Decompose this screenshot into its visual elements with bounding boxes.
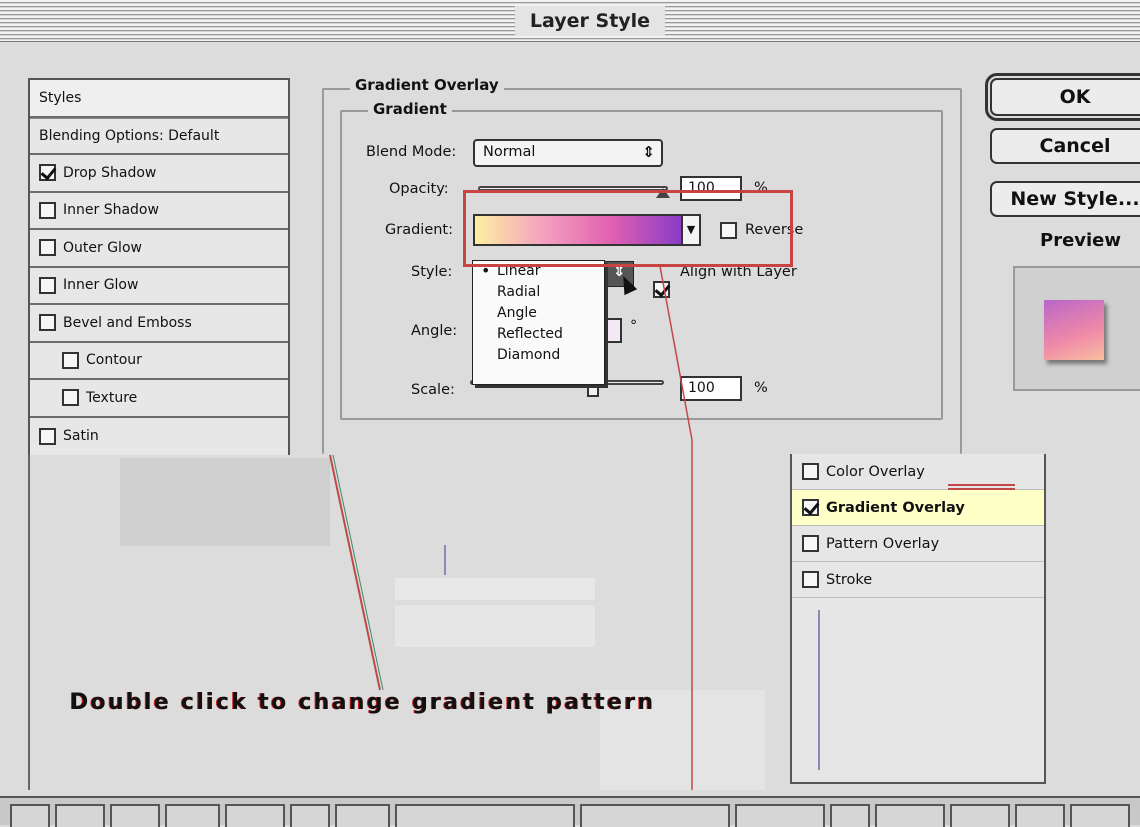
toolbar-cell[interactable] [1015,804,1065,827]
instruction-caption: Double click to change gradient pattern [70,690,656,715]
toolbar-cell[interactable] [225,804,285,827]
toolbar-cell[interactable] [580,804,730,827]
toolbar-cell[interactable] [830,804,870,827]
toolbar-cell[interactable] [735,804,825,827]
toolbar-cell[interactable] [10,804,50,827]
toolbar-cell[interactable] [110,804,160,827]
annotation-line [329,454,381,691]
toolbar-cell[interactable] [290,804,330,827]
toolbar-cell[interactable] [950,804,1010,827]
toolbar-cell[interactable] [335,804,390,827]
toolbar-cell[interactable] [55,804,105,827]
toolbar-cell[interactable] [1070,804,1130,827]
bottom-toolbar [0,796,1140,827]
toolbar-cell[interactable] [395,804,575,827]
toolbar-cell[interactable] [875,804,945,827]
toolbar-cell[interactable] [165,804,220,827]
annotation-line-shadow [332,454,384,691]
annotation-line [659,265,693,441]
